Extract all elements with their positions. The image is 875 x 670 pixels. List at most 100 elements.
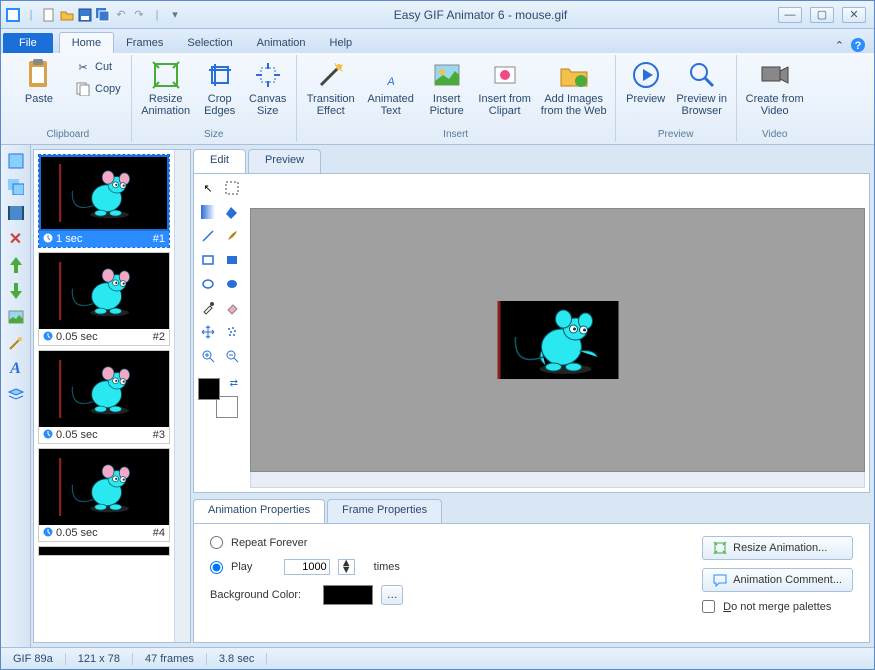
minimize-button[interactable]: — (778, 7, 802, 23)
ribbon-tabs: File Home Frames Selection Animation Hel… (1, 29, 874, 53)
tool-down-arrow-icon[interactable] (6, 281, 26, 301)
crop-edges-button[interactable]: Crop Edges (198, 57, 242, 119)
paste-button[interactable]: Paste (11, 57, 67, 107)
tool-eraser-icon[interactable] (222, 298, 242, 318)
tool-pointer-icon[interactable]: ↖ (198, 178, 218, 198)
frame-index: #2 (153, 331, 165, 343)
qat-dropdown-icon[interactable]: ▾ (167, 7, 183, 23)
tab-help[interactable]: Help (318, 33, 365, 53)
insert-picture-button[interactable]: Insert Picture (423, 57, 471, 119)
tool-ellipse-fill-icon[interactable] (222, 274, 242, 294)
tool-spray-icon[interactable] (222, 322, 242, 342)
play-count-input[interactable] (284, 559, 330, 575)
resize-animation-button[interactable]: Resize Animation (138, 57, 194, 119)
copy-button[interactable]: Copy (71, 79, 125, 99)
tool-duplicate-icon[interactable] (6, 177, 26, 197)
frame-item[interactable] (38, 546, 170, 556)
tab-frame-properties[interactable]: Frame Properties (327, 499, 442, 523)
main-area: ✕ A 1 sec#1 0.05 sec #2 0.05 sec#3 (1, 145, 874, 647)
open-icon[interactable] (59, 7, 75, 23)
cut-button[interactable]: ✂Cut (71, 57, 125, 77)
file-menu-button[interactable]: File (3, 33, 53, 53)
tab-animation-properties[interactable]: Animation Properties (193, 499, 325, 523)
save-all-icon[interactable] (95, 7, 111, 23)
magnifier-icon (686, 59, 718, 91)
tab-animation[interactable]: Animation (245, 33, 318, 53)
tool-eyedropper-icon[interactable] (198, 298, 218, 318)
merge-palettes-option[interactable]: Do not merge palettes (702, 600, 853, 613)
frame-item[interactable]: 0.05 sec#3 (38, 350, 170, 444)
tool-gradient-icon[interactable] (198, 202, 218, 222)
play-times-radio[interactable] (210, 561, 223, 574)
frame-scrollbar[interactable] (174, 150, 190, 642)
color-swatch[interactable]: ⇄ (198, 378, 238, 418)
tool-zoom-out-icon[interactable] (222, 346, 242, 366)
spin-down[interactable]: ▼ (339, 567, 354, 574)
canvas-size-button[interactable]: Canvas Size (246, 57, 290, 119)
tool-picture-icon[interactable] (6, 307, 26, 327)
frame-duration: 0.05 sec (43, 331, 98, 343)
create-from-video-button[interactable]: Create from Video (743, 57, 807, 119)
bgcolor-swatch[interactable] (323, 585, 373, 605)
redo-icon[interactable]: ↷ (131, 7, 147, 23)
tool-text-icon[interactable]: A (6, 359, 26, 379)
tool-fill-icon[interactable] (222, 202, 242, 222)
undo-icon[interactable]: ↶ (113, 7, 129, 23)
text-icon: A (375, 59, 407, 91)
preview-browser-button[interactable]: Preview in Browser (674, 57, 730, 119)
merge-palettes-checkbox[interactable] (702, 600, 715, 613)
tool-delete-icon[interactable]: ✕ (6, 229, 26, 249)
copy-icon (75, 81, 91, 97)
crop-icon (204, 59, 236, 91)
new-icon[interactable] (41, 7, 57, 23)
canvas-size-icon (252, 59, 284, 91)
svg-text:A: A (386, 76, 394, 88)
canvas[interactable] (250, 208, 865, 472)
save-icon[interactable] (77, 7, 93, 23)
help-icon[interactable]: ? (850, 37, 866, 53)
tool-up-arrow-icon[interactable] (6, 255, 26, 275)
tool-zoom-in-icon[interactable] (198, 346, 218, 366)
tab-frames[interactable]: Frames (114, 33, 175, 53)
play-times-option[interactable]: Play ▲▼ times (210, 559, 403, 575)
bgcolor-picker-button[interactable]: … (381, 585, 403, 605)
group-label-preview: Preview (658, 129, 694, 140)
repeat-forever-option[interactable]: Repeat Forever (210, 536, 403, 549)
tool-new-frame-icon[interactable] (6, 151, 26, 171)
close-button[interactable]: ✕ (842, 7, 866, 23)
foreground-color[interactable] (198, 378, 220, 400)
add-from-web-button[interactable]: Add Images from the Web (539, 57, 609, 119)
preview-button[interactable]: Preview (622, 57, 670, 107)
tool-rect-icon[interactable] (198, 250, 218, 270)
tool-marquee-icon[interactable] (222, 178, 242, 198)
swap-colors-icon[interactable]: ⇄ (230, 378, 238, 389)
tool-rect-fill-icon[interactable] (222, 250, 242, 270)
animated-text-button[interactable]: AAnimated Text (363, 57, 419, 119)
tool-layers-icon[interactable] (6, 385, 26, 405)
frame-index: #1 (153, 233, 165, 245)
tool-filmstrip-icon[interactable] (6, 203, 26, 223)
transition-effect-button[interactable]: Transition Effect (303, 57, 359, 119)
tool-brush-icon[interactable] (222, 226, 242, 246)
tab-edit[interactable]: Edit (193, 149, 246, 173)
frame-item[interactable]: 0.05 sec#4 (38, 448, 170, 542)
horizontal-scrollbar[interactable] (250, 472, 865, 488)
insert-clipart-button[interactable]: Insert from Clipart (475, 57, 535, 119)
frame-item[interactable]: 1 sec#1 (38, 154, 170, 248)
canvas-image (497, 301, 618, 379)
tool-wand-icon[interactable] (6, 333, 26, 353)
tab-home[interactable]: Home (59, 32, 114, 53)
resize-animation-prop-button[interactable]: Resize Animation... (702, 536, 853, 560)
tool-ellipse-icon[interactable] (198, 274, 218, 294)
maximize-button[interactable]: ▢ (810, 7, 834, 23)
frame-item[interactable]: 0.05 sec #2 (38, 252, 170, 346)
frame-list-panel: 1 sec#1 0.05 sec #2 0.05 sec#3 0.05 sec#4 (33, 149, 191, 643)
tab-selection[interactable]: Selection (175, 33, 244, 53)
tab-preview[interactable]: Preview (248, 149, 321, 173)
animation-comment-button[interactable]: Animation Comment... (702, 568, 853, 592)
tool-line-icon[interactable] (198, 226, 218, 246)
group-label-video: Video (762, 129, 787, 140)
ribbon-collapse-icon[interactable]: ⌃ (835, 39, 844, 52)
tool-move-icon[interactable] (198, 322, 218, 342)
repeat-forever-radio[interactable] (210, 536, 223, 549)
